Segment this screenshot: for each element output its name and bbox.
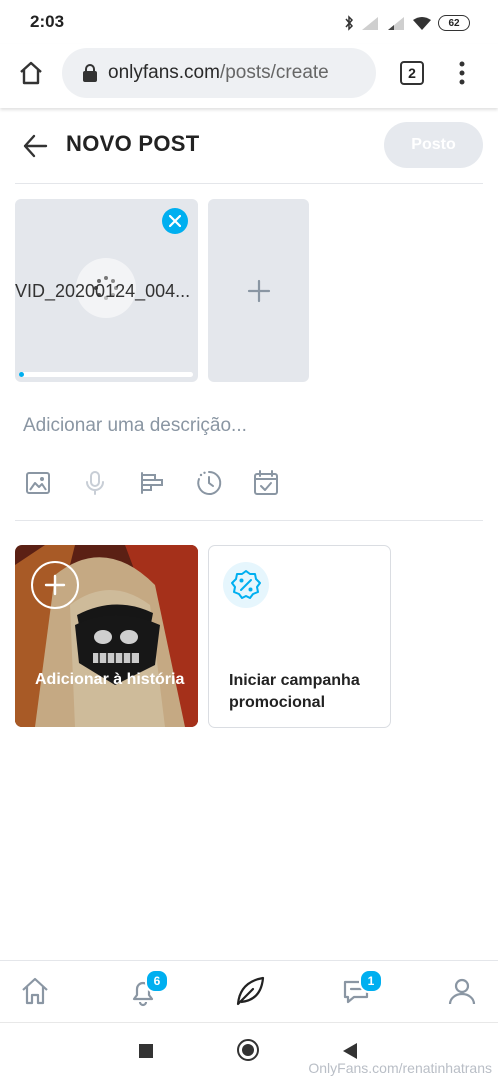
- leaf-icon: [236, 976, 265, 1006]
- close-icon: [169, 215, 181, 227]
- add-story-label: Adicionar à história: [35, 671, 185, 688]
- upload-progress-fill: [19, 372, 25, 377]
- signal-icon: [362, 17, 378, 30]
- toolbar-divider: [15, 520, 483, 521]
- header-divider: [15, 183, 483, 184]
- post-button[interactable]: Posto: [384, 122, 483, 168]
- plus-icon: [247, 279, 270, 302]
- status-bar: 2:03 62: [0, 0, 498, 44]
- url-path: /posts/create: [219, 62, 329, 83]
- nav-home[interactable]: [13, 971, 57, 1011]
- recents-square-icon[interactable]: [139, 1044, 153, 1058]
- more-menu-icon[interactable]: [458, 61, 466, 85]
- schedule-icon[interactable]: [251, 468, 281, 498]
- add-media-button[interactable]: [208, 199, 309, 382]
- home-circle-icon[interactable]: [237, 1039, 259, 1061]
- home-icon: [22, 977, 48, 1005]
- battery-indicator: 62: [438, 15, 470, 31]
- nav-new-post[interactable]: [228, 971, 272, 1011]
- url-text: onlyfans.com/posts/create: [108, 62, 329, 84]
- user-icon: [448, 978, 476, 1005]
- back-triangle-icon[interactable]: [343, 1043, 357, 1059]
- bottom-navigation: 6 1: [0, 960, 498, 1023]
- plus-icon: [44, 574, 66, 596]
- page-title: NOVO POST: [66, 131, 200, 156]
- back-arrow-icon[interactable]: [22, 133, 48, 159]
- promo-campaign-label: Iniciar campanha promocional: [229, 672, 360, 711]
- tab-switcher-button[interactable]: 2: [400, 61, 424, 85]
- discount-badge-icon: [223, 562, 269, 608]
- add-story-card[interactable]: Adicionar à história: [15, 545, 198, 727]
- media-filename: VID_20200124_004...: [15, 281, 191, 301]
- bluetooth-icon: [345, 15, 354, 31]
- nav-messages[interactable]: 1: [334, 969, 383, 1011]
- status-icons: 62: [344, 12, 470, 34]
- status-time: 2:03: [30, 12, 65, 31]
- description-input[interactable]: [23, 415, 473, 437]
- home-icon[interactable]: [18, 60, 44, 86]
- promo-campaign-card[interactable]: Iniciar campanha promocional: [208, 545, 391, 728]
- url-domain: onlyfans.com: [108, 62, 220, 83]
- image-icon[interactable]: [23, 468, 53, 498]
- nav-notifications[interactable]: 6: [121, 969, 169, 1011]
- nav-profile[interactable]: [440, 971, 484, 1011]
- upload-progress-bar: [19, 372, 193, 377]
- microphone-icon[interactable]: [80, 468, 110, 498]
- timer-icon[interactable]: [194, 468, 224, 498]
- watermark: OnlyFans.com/renatinhatrans: [308, 1060, 492, 1076]
- add-story-plus-button[interactable]: [31, 561, 79, 609]
- signal-icon-2: [388, 17, 404, 30]
- poll-icon[interactable]: [137, 468, 167, 498]
- browser-toolbar: onlyfans.com/posts/create 2: [0, 44, 498, 108]
- messages-badge: 1: [359, 969, 383, 993]
- lock-icon: [83, 64, 97, 82]
- address-bar[interactable]: onlyfans.com/posts/create: [62, 48, 376, 98]
- remove-media-button[interactable]: [162, 208, 188, 234]
- notifications-badge: 6: [145, 969, 169, 993]
- wifi-icon: [413, 16, 431, 30]
